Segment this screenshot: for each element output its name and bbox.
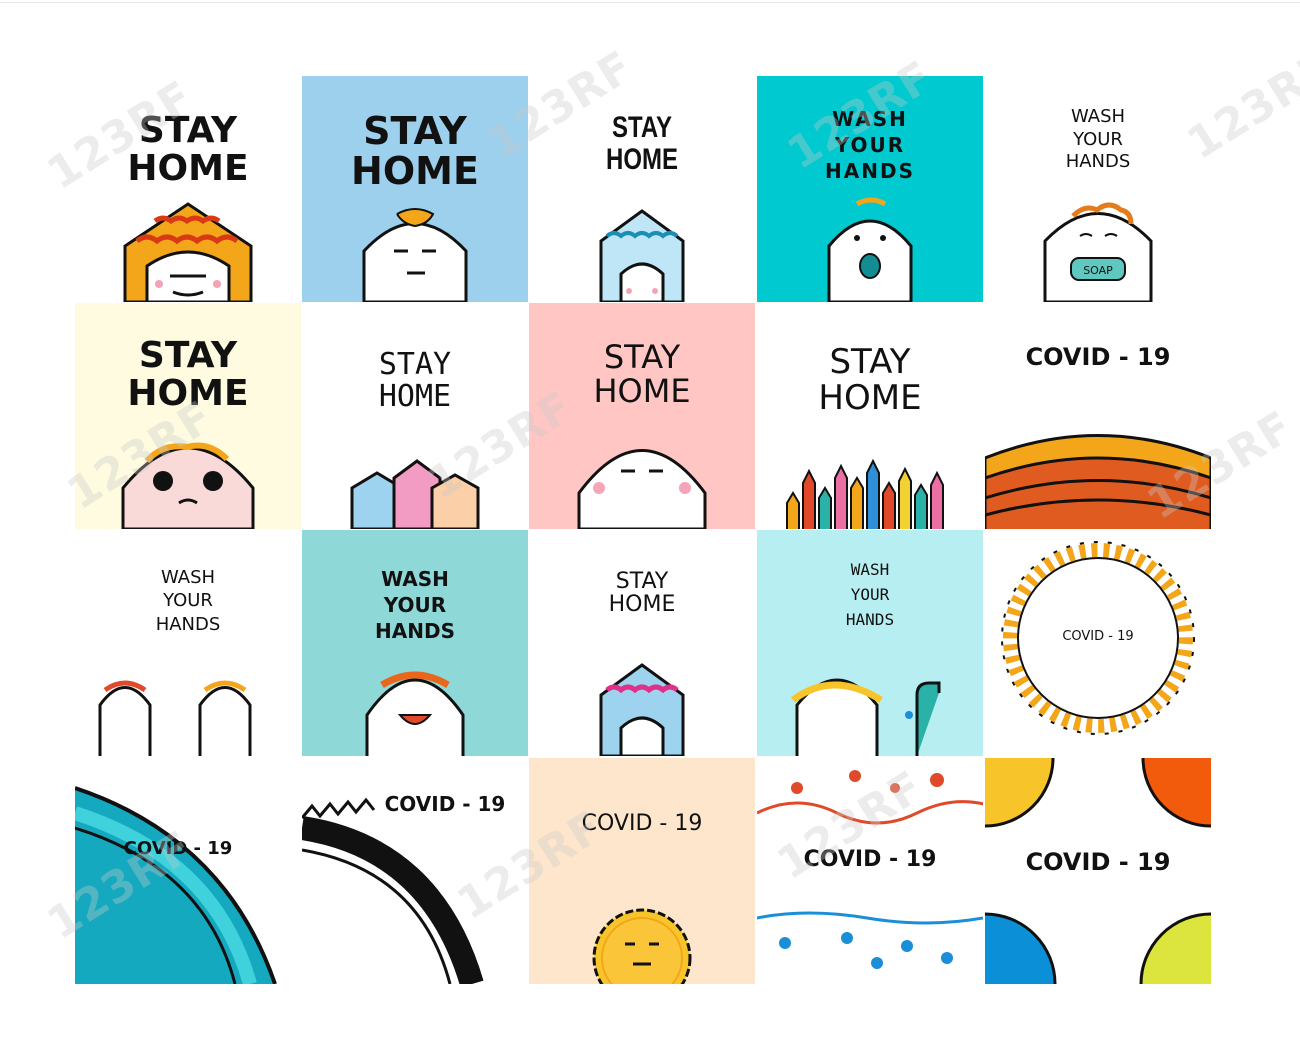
tile-wash-hands-4: WASH YOUR HANDS [302, 530, 528, 756]
tile-covid-2: COVID - 19 [985, 530, 1211, 756]
caption-line: COVID - 19 [123, 838, 233, 859]
soap-character-illustration [827, 197, 913, 302]
tile-covid-4: COVID - 19 [302, 758, 528, 984]
tile-covid-7: COVID - 19 [985, 758, 1211, 984]
tile-covid-5: COVID - 19 [529, 758, 755, 984]
tile-stay-home-7: STAY HOME [757, 303, 983, 529]
hooded-character-illustration [123, 202, 253, 302]
tile-wash-hands-2: WASH YOUR HANDS SOAP [985, 76, 1211, 302]
tile-stay-home-5: STAY HOME [302, 303, 528, 529]
grumpy-character-illustration [362, 208, 468, 302]
blue-hood-character-illustration [599, 209, 685, 302]
tile-stay-home-8: STAY HOME [529, 530, 755, 756]
tile-stay-home-4: STAY HOME [75, 303, 301, 529]
caption-line: COVID - 19 [1025, 848, 1171, 876]
caption: COVID - 19 [75, 838, 291, 859]
tile-covid-1: COVID - 19 [985, 303, 1211, 529]
tile-wash-hands-5: WASH YOUR HANDS [757, 530, 983, 756]
tile-wash-hands-3: WASH YOUR HANDS [75, 530, 301, 756]
caption-line: COVID - 19 [1062, 629, 1134, 644]
caption: COVID - 19 [985, 630, 1211, 644]
caption-line: COVID - 19 [803, 847, 937, 872]
top-border [0, 2, 1300, 3]
tile-wash-hands-1: WASH YOUR HANDS [757, 76, 983, 302]
two-characters-illustration [98, 680, 252, 756]
soap-bar-character-illustration: SOAP [1043, 202, 1153, 302]
tile-stay-home-3: STAY HOME [529, 76, 755, 302]
caption: COVID - 19 [757, 848, 983, 871]
faucet-character-illustration [790, 678, 941, 756]
caption-line: COVID - 19 [384, 792, 506, 816]
tile-covid-6: COVID - 19 [757, 758, 983, 984]
happy-character-illustration [365, 671, 465, 756]
tile-stay-home-6: STAY HOME [529, 303, 755, 529]
pink-hood-character-illustration [599, 663, 685, 756]
pencils-illustration [786, 458, 944, 529]
sticker-sheet: STAY HOME STAY HOME STAY HOME WASH YOUR … [0, 0, 1300, 1061]
tile-covid-3: COVID - 19 [75, 758, 301, 984]
sun-character-illustration [592, 908, 692, 984]
ghost-character-illustration [577, 449, 707, 529]
rising-sun-illustration [985, 434, 1211, 529]
sad-character-illustration [121, 442, 255, 529]
soap-label: SOAP [1083, 264, 1113, 277]
tile-stay-home-1: STAY HOME [75, 76, 301, 302]
caption: COVID - 19 [332, 794, 528, 815]
tile-stay-home-2: STAY HOME [302, 76, 528, 302]
caption: COVID - 19 [985, 848, 1211, 876]
houses-illustration [350, 459, 480, 529]
wave-planet-illustration [75, 758, 301, 984]
